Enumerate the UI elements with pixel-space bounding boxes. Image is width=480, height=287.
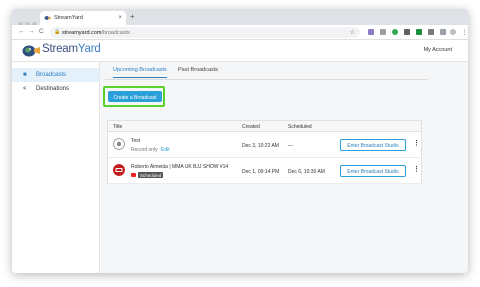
column-header-scheduled: Scheduled [288, 124, 312, 130]
youtube-icon [131, 173, 136, 178]
extension-icon[interactable] [392, 29, 398, 35]
column-header-created: Created [242, 124, 260, 130]
tab-past-broadcasts[interactable]: Past Broadcasts [178, 67, 218, 77]
url-domain: streamyard.com [62, 29, 102, 36]
created-date: Dec 1, 09:14 PM [242, 169, 280, 175]
app-header: StreamYard My Account [12, 40, 468, 62]
sidebar: ■ Broadcasts < Destinations [12, 62, 100, 273]
scheduled-date: — [288, 143, 293, 149]
scheduled-status: Scheduled [131, 172, 164, 179]
status-badge: Scheduled [138, 172, 164, 178]
address-bar[interactable]: 🔒 streamyard.com/broadcasts ☆ [50, 27, 360, 38]
sidebar-item-label: Broadcasts [36, 72, 67, 78]
record-only-avatar-icon [113, 138, 125, 150]
broadcast-subtitle: Record only [131, 147, 158, 153]
column-header-title: Title [113, 124, 123, 130]
profile-avatar-icon[interactable] [450, 29, 456, 35]
media-icon[interactable] [440, 29, 446, 35]
channel-avatar-icon [113, 164, 125, 176]
my-account-link[interactable]: My Account [424, 47, 452, 53]
share-icon: < [23, 85, 27, 92]
scheduled-date: Dec 6, 10:30 AM [288, 169, 325, 175]
tab-title: StreamYard [54, 15, 83, 21]
broadcast-title: Roberto Almeida | MMA UK BJJ SHOW #14 [131, 164, 229, 170]
more-options-icon[interactable]: ⋮ [413, 139, 420, 147]
more-options-icon[interactable]: ⋮ [413, 165, 420, 173]
back-icon[interactable]: ← [18, 28, 25, 35]
broadcasts-table: Title Created Scheduled Test Record only… [107, 120, 422, 184]
broadcast-title: Test [131, 138, 141, 144]
enter-broadcast-studio-button[interactable]: Enter Broadcast Studio [340, 165, 406, 177]
reload-icon[interactable]: C [39, 28, 44, 35]
logo-text[interactable]: StreamYard [42, 43, 101, 55]
lock-icon: 🔒 [54, 29, 61, 35]
create-broadcast-button[interactable]: Create a Broadcast [108, 91, 162, 102]
sidebar-item-label: Destinations [36, 86, 70, 92]
new-tab-button[interactable]: + [130, 12, 135, 21]
browser-menu-icon[interactable]: ⋮ [461, 28, 468, 36]
tab-upcoming-broadcasts[interactable]: Upcoming Broadcasts [113, 67, 167, 78]
url-path: /broadcasts [101, 29, 130, 36]
table-row[interactable]: Test Record only Edit Dec 3, 10:22 AM — … [108, 132, 421, 158]
enter-broadcast-studio-button[interactable]: Enter Broadcast Studio [340, 139, 406, 151]
sidebar-item-broadcasts[interactable]: ■ Broadcasts [12, 68, 99, 82]
extension-icon[interactable] [380, 29, 386, 35]
video-camera-icon: ■ [23, 71, 27, 78]
browser-tab-bar: StreamYard × + [12, 9, 468, 27]
edit-link[interactable]: Edit [161, 147, 170, 153]
sidebar-item-destinations[interactable]: < Destinations [12, 82, 99, 96]
puzzle-extensions-icon[interactable] [428, 29, 434, 35]
address-row: ← → C 🔒 streamyard.com/broadcasts ☆ ⋮ [12, 25, 468, 40]
created-date: Dec 3, 10:22 AM [242, 143, 279, 149]
bookmark-star-icon[interactable]: ☆ [350, 29, 355, 36]
extension-icon[interactable] [404, 29, 410, 35]
main-content: Upcoming Broadcasts Past Broadcasts Crea… [100, 62, 468, 273]
streamyard-favicon-icon [44, 15, 51, 20]
browser-window: StreamYard × + ← → C 🔒 streamyard.com/br… [12, 9, 468, 273]
browser-tab[interactable]: StreamYard × [40, 11, 126, 25]
tab-divider [105, 79, 428, 80]
forward-icon[interactable]: → [28, 28, 35, 35]
table-row[interactable]: Roberto Almeida | MMA UK BJJ SHOW #14 Sc… [108, 158, 421, 184]
tab-close-icon[interactable]: × [118, 15, 122, 21]
streamyard-logo-icon[interactable] [21, 43, 41, 58]
create-broadcast-highlight: Create a Broadcast [103, 86, 165, 107]
table-header: Title Created Scheduled [108, 121, 421, 132]
extension-icon[interactable] [416, 29, 422, 35]
extension-icon[interactable] [368, 29, 374, 35]
